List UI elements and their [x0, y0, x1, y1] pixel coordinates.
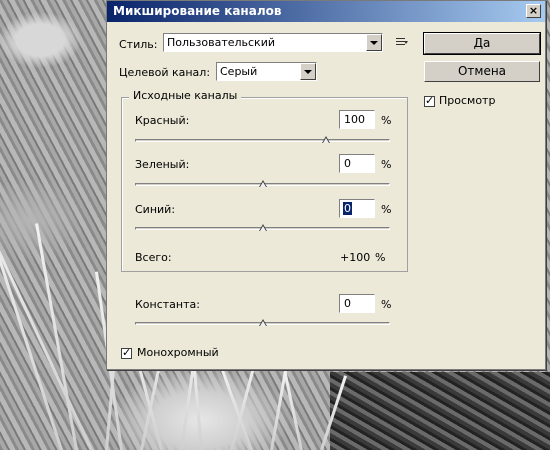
blue-unit: %	[381, 203, 392, 216]
green-label: Зеленый:	[135, 158, 190, 171]
constant-unit: %	[381, 298, 392, 311]
monochrome-checkbox[interactable]	[121, 346, 132, 359]
red-input[interactable]: 100	[339, 110, 375, 129]
blue-label: Синий:	[135, 203, 176, 216]
style-select-value: Пользовательский	[167, 36, 275, 49]
red-slider-track[interactable]	[135, 139, 390, 142]
constant-value: 0	[344, 297, 351, 310]
cancel-button[interactable]: Отмена	[424, 61, 540, 82]
blue-value: 0	[343, 202, 352, 215]
source-channels-label: Исходные каналы	[129, 89, 242, 102]
constant-label: Константа:	[135, 298, 200, 311]
total-label: Всего:	[135, 251, 172, 264]
green-input[interactable]: 0	[339, 154, 375, 173]
preview-checkbox[interactable]	[424, 94, 435, 107]
title-bar: Микширование каналов ×	[107, 1, 545, 22]
green-value: 0	[344, 157, 351, 170]
red-slider-thumb[interactable]	[322, 136, 331, 143]
monochrome-label: Монохромный	[137, 346, 219, 359]
target-channel-select[interactable]: Серый	[216, 62, 317, 81]
close-button[interactable]: ×	[526, 4, 541, 18]
total-value: +100	[340, 251, 371, 264]
style-label: Стиль:	[119, 38, 158, 51]
blue-input[interactable]: 0	[339, 199, 375, 218]
style-menu-icon[interactable]	[396, 37, 408, 47]
green-slider-thumb[interactable]	[258, 180, 267, 187]
window-title: Микширование каналов	[113, 4, 282, 18]
close-icon: ×	[528, 4, 539, 17]
red-label: Красный:	[135, 114, 190, 127]
style-select[interactable]: Пользовательский	[163, 33, 383, 52]
preview-label: Просмотр	[439, 94, 496, 107]
constant-slider-thumb[interactable]	[258, 319, 267, 326]
target-channel-label: Целевой канал:	[119, 66, 211, 79]
target-channel-value: Серый	[220, 65, 258, 78]
chevron-down-icon	[366, 34, 382, 51]
ok-button[interactable]: Да	[423, 32, 541, 55]
chevron-down-icon	[300, 63, 316, 80]
total-unit: %	[375, 251, 386, 264]
constant-input[interactable]: 0	[339, 294, 375, 313]
channel-mixer-dialog: Микширование каналов × Стиль: Пользовате…	[106, 0, 546, 370]
red-value: 100	[344, 113, 365, 126]
blue-slider-thumb[interactable]	[258, 224, 267, 231]
green-unit: %	[381, 158, 392, 171]
background-shadow-area	[330, 372, 550, 450]
red-unit: %	[381, 114, 392, 127]
